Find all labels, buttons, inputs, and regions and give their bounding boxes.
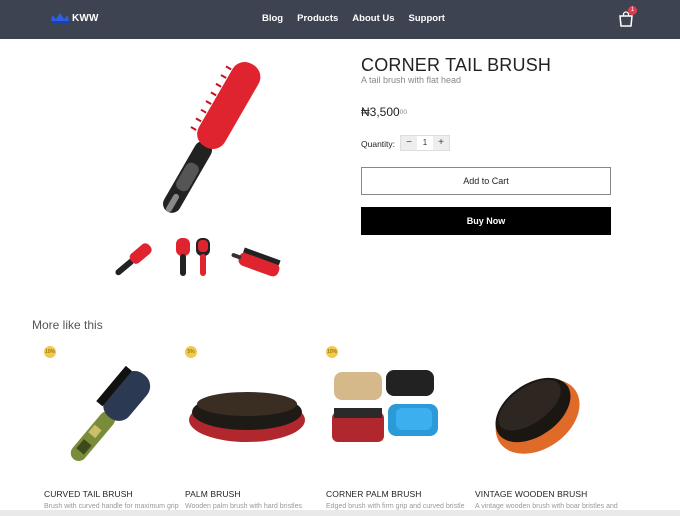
- product-price: ₦3,50000: [361, 105, 407, 119]
- related-card-name: CORNER PALM BRUSH: [326, 489, 422, 499]
- discount-badge: 10%: [44, 346, 56, 358]
- discount-badge: 10%: [326, 346, 338, 358]
- main-nav: Blog Products About Us Support: [262, 13, 459, 24]
- price-cents: 00: [399, 109, 407, 116]
- quantity-label: Quantity:: [361, 139, 396, 149]
- nav-products[interactable]: Products: [297, 13, 338, 24]
- price-main: ₦3,500: [361, 105, 400, 119]
- related-card-name: CURVED TAIL BRUSH: [44, 489, 133, 499]
- corner-palm-brush-image: [332, 370, 438, 442]
- discount-badge: 5%: [185, 346, 197, 358]
- thumbnail-1[interactable]: [108, 234, 158, 286]
- related-card-vintage-wooden[interactable]: VINTAGE WOODEN BRUSH A vintage wooden br…: [475, 342, 635, 516]
- curved-tail-brush-image: [70, 365, 151, 462]
- cart-count-badge: 1: [628, 6, 637, 15]
- quantity-decrease-button[interactable]: −: [401, 136, 417, 150]
- thumbnail-strip: [108, 234, 294, 286]
- nav-support[interactable]: Support: [409, 13, 445, 24]
- related-card-name: VINTAGE WOODEN BRUSH: [475, 489, 588, 499]
- horizontal-scrollbar[interactable]: [0, 510, 680, 516]
- nav-blog[interactable]: Blog: [262, 13, 283, 24]
- related-section-title: More like this: [32, 318, 103, 332]
- related-card-corner-palm[interactable]: 10% CORNER PALM BRUSH Edged brush with f…: [326, 342, 466, 516]
- nav-about-us[interactable]: About Us: [352, 13, 394, 24]
- buy-now-button[interactable]: Buy Now: [361, 207, 611, 235]
- crown-icon: [51, 13, 69, 23]
- thumbnail-2[interactable]: [166, 234, 222, 286]
- product-subtitle: A tail brush with flat head: [361, 75, 462, 85]
- vintage-wooden-brush-image: [495, 377, 580, 454]
- quantity-value[interactable]: 1: [417, 136, 433, 150]
- quantity-stepper: − 1 +: [400, 135, 450, 151]
- top-navbar: KWW Blog Products About Us Support 1: [0, 0, 680, 39]
- product-title: CORNER TAIL BRUSH: [361, 55, 552, 75]
- logo-text: KWW: [72, 12, 99, 24]
- product-main-image: [163, 62, 261, 213]
- quantity-increase-button[interactable]: +: [433, 136, 449, 150]
- related-card-curved-tail[interactable]: 10% CURVED TAIL BRUSH Brush with curved …: [44, 342, 184, 516]
- brand-logo[interactable]: KWW: [50, 12, 99, 24]
- add-to-cart-button[interactable]: Add to Cart: [361, 167, 611, 195]
- related-card-name: PALM BRUSH: [185, 489, 241, 499]
- palm-brush-image: [189, 392, 305, 442]
- thumbnail-3[interactable]: [230, 234, 286, 286]
- related-card-palm[interactable]: 5% PALM BRUSH Wooden palm brush with har…: [185, 342, 325, 516]
